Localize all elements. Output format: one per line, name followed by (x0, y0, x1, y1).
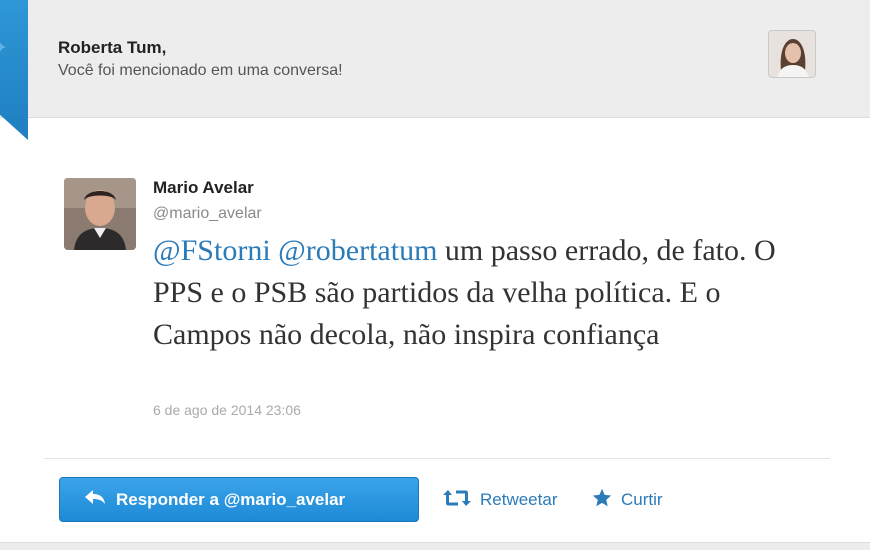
reply-arrow-icon (84, 489, 106, 510)
author-avatar[interactable] (64, 178, 136, 250)
reply-button-label: Responder a @mario_avelar (116, 489, 346, 509)
twitter-ribbon: ✦ (0, 0, 28, 140)
tweet-text: @FStorni @robertatum um passo errado, de… (153, 230, 823, 356)
retweet-icon (442, 488, 472, 513)
mention-link-fstorni[interactable]: @FStorni (153, 234, 271, 267)
like-label: Curtir (621, 490, 663, 509)
star-icon (591, 487, 613, 514)
reply-button[interactable]: Responder a @mario_avelar (59, 477, 419, 522)
tweet-timestamp[interactable]: 6 de ago de 2014 23:06 (153, 402, 301, 418)
mention-link-robertatum[interactable]: @robertatum (278, 234, 437, 267)
divider (44, 458, 830, 459)
author-name[interactable]: Mario Avelar (153, 178, 254, 198)
mention-notice: Você foi mencionado em uma conversa! (58, 62, 343, 79)
twitter-bird-icon: ✦ (0, 37, 14, 59)
notification-header: ✦ Roberta Tum, Você foi mencionado em um… (0, 0, 870, 140)
recipient-avatar[interactable] (768, 30, 816, 78)
author-handle[interactable]: @mario_avelar (153, 205, 262, 223)
retweet-label: Retweetar (480, 490, 558, 509)
footer-bar (0, 542, 870, 550)
retweet-button[interactable]: Retweetar (442, 485, 557, 515)
like-button[interactable]: Curtir (591, 485, 663, 515)
recipient-name: Roberta Tum, (58, 38, 167, 57)
